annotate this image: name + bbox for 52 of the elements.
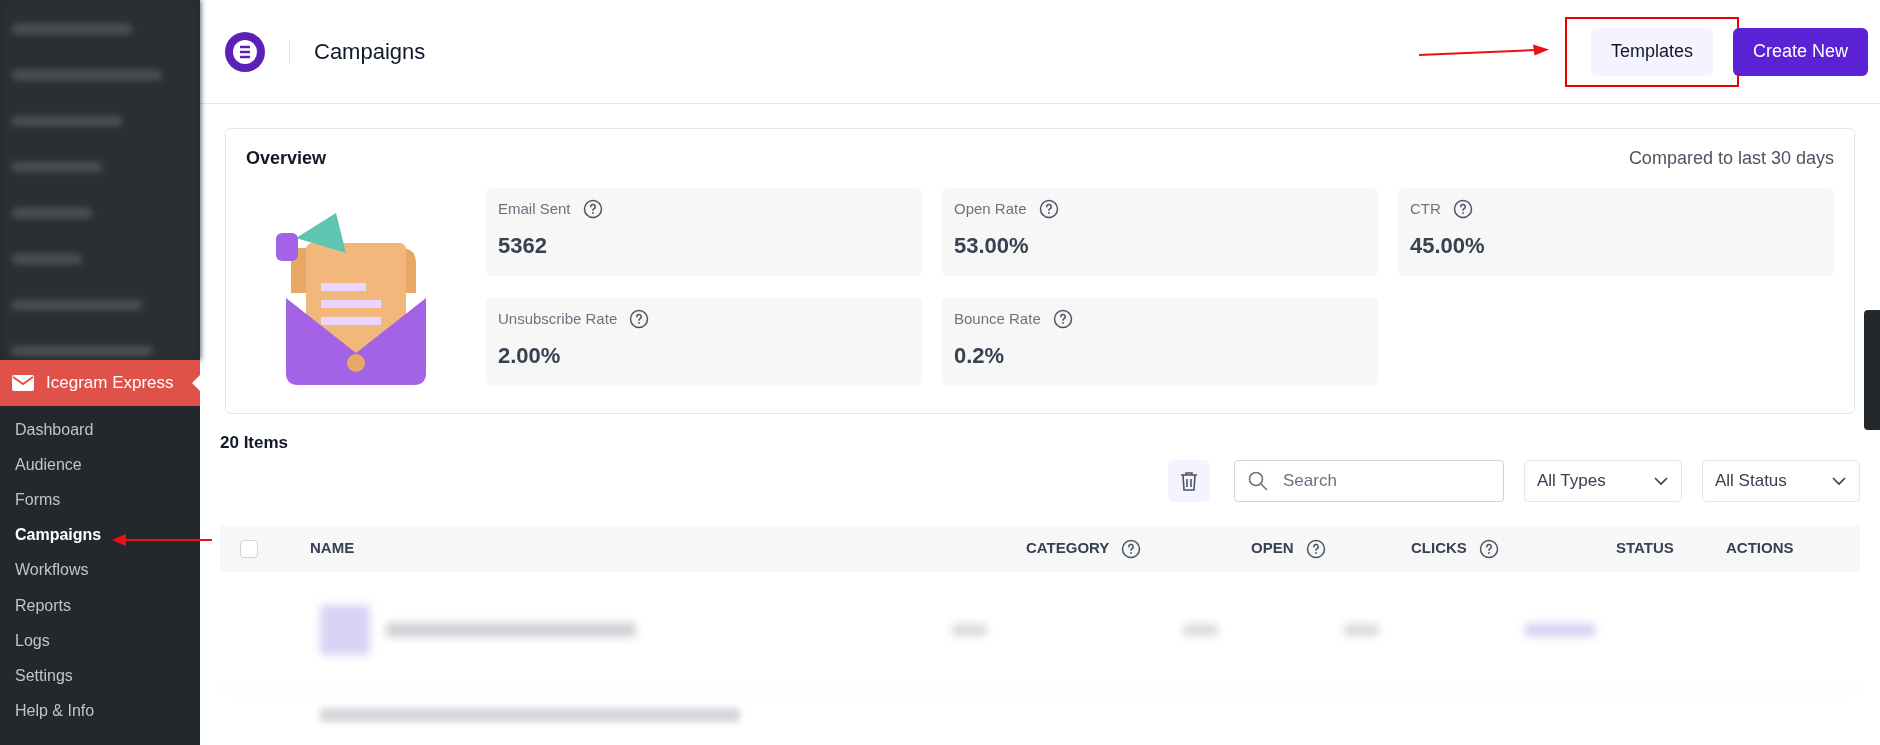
checkbox[interactable]: [240, 539, 258, 558]
filter-dropdown[interactable]: All Types: [1524, 459, 1682, 502]
delete-button[interactable]: [1168, 459, 1210, 502]
period-text: Compared to last 30 days: [1628, 147, 1834, 170]
stat-value: 0.2%: [954, 341, 1006, 370]
templates-button[interactable]: Templates: [1590, 27, 1713, 76]
stat-label: Bounce Rate: [954, 309, 1041, 329]
stat-label: CTR: [1410, 199, 1441, 219]
stat-value: 2.00%: [498, 341, 562, 370]
help-icon: [1052, 309, 1073, 330]
help-icon: [1452, 199, 1473, 220]
stat-value: 53.00%: [954, 231, 1030, 260]
help-icon: [1121, 538, 1142, 559]
sidebar-item[interactable]: Dashboard: [0, 412, 200, 448]
logo-icon: [225, 31, 265, 72]
column-header: OPEN: [1251, 538, 1294, 559]
sidebar-item[interactable]: Forms: [0, 482, 200, 518]
help-icon: [1305, 538, 1326, 559]
help-icon: [582, 199, 603, 220]
column-header: CLICKS: [1411, 538, 1467, 559]
help-icon: [1478, 538, 1499, 559]
sidebar-item[interactable]: Audience: [0, 447, 200, 483]
envelope-icon: [12, 375, 34, 391]
overview-title: Overview: [246, 147, 327, 170]
trash-icon: [1180, 470, 1198, 491]
search-field[interactable]: Search: [1234, 459, 1504, 502]
column-header: STATUS: [1616, 538, 1674, 559]
sidebar-item[interactable]: Help & Info: [0, 693, 200, 729]
pointer-icon: [192, 375, 200, 391]
stat-label: Unsubscribe Rate: [498, 309, 618, 329]
column-header: ACTIONS: [1726, 538, 1794, 559]
item-count: 20 Items: [220, 432, 290, 454]
sidebar-item[interactable]: Logs: [0, 623, 200, 659]
page-title: Campaigns: [314, 38, 426, 66]
sidebar-item[interactable]: Workflows: [0, 552, 200, 588]
help-icon: [629, 309, 650, 330]
plugin-menu-item[interactable]: Icegram Express: [0, 360, 200, 406]
stat-value: 45.00%: [1410, 231, 1486, 260]
help-icon: [1038, 199, 1059, 220]
sidebar-item[interactable]: Reports: [0, 587, 200, 624]
stat-label: Email Sent: [498, 199, 571, 219]
sidebar-item[interactable]: Campaigns: [0, 517, 200, 553]
column-header: NAME: [310, 538, 355, 559]
chevron-down-icon: [1653, 475, 1669, 486]
stat-label: Open Rate: [954, 199, 1027, 219]
create-new-button[interactable]: Create New: [1732, 27, 1868, 76]
search-icon: [1248, 470, 1268, 491]
stat-value: 5362: [498, 231, 548, 260]
sidebar-item[interactable]: Settings: [0, 658, 200, 694]
chevron-down-icon: [1831, 475, 1847, 486]
filter-dropdown[interactable]: All Status: [1702, 459, 1860, 502]
column-header: CATEGORY: [1026, 538, 1110, 559]
